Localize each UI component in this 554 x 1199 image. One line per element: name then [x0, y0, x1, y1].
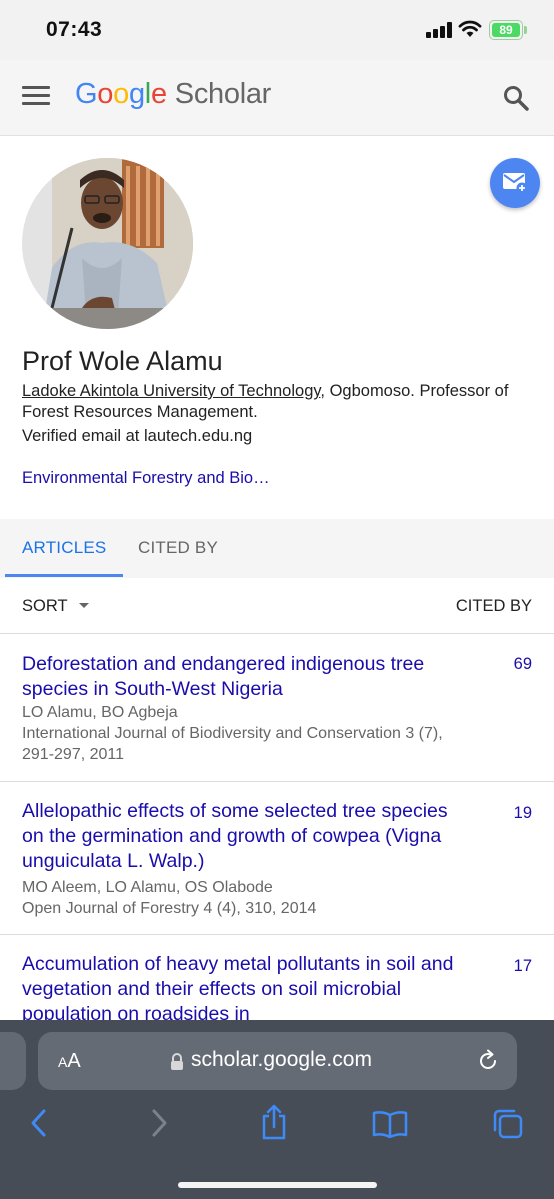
sort-button[interactable]: SORT [22, 597, 68, 616]
organization-link[interactable]: Ladoke Akintola University of Technology [22, 382, 320, 400]
menu-icon[interactable] [22, 86, 50, 108]
article-title-link[interactable]: Allelopathic effects of some selected tr… [22, 799, 467, 874]
tab-cited-by[interactable]: CITED BY [138, 538, 218, 558]
wifi-icon [458, 20, 482, 38]
app-header: Google Scholar [0, 60, 554, 136]
chevron-down-icon[interactable] [79, 603, 89, 608]
battery-cap [524, 26, 527, 34]
email-plus-icon [503, 173, 528, 194]
article-row: Deforestation and endangered indigenous … [0, 634, 554, 782]
home-indicator [178, 1182, 377, 1188]
article-authors: MO Aleem, LO Alamu, OS Olabode [22, 879, 273, 896]
article-cited-by-count[interactable]: 19 [514, 804, 532, 823]
article-row: Allelopathic effects of some selected tr… [0, 782, 554, 935]
reader-options-button[interactable]: AA [58, 1050, 81, 1073]
tab-articles[interactable]: ARTICLES [22, 538, 106, 558]
research-interest-link[interactable]: Environmental Forestry and Bio… [22, 469, 270, 488]
share-icon[interactable] [259, 1104, 289, 1140]
article-title-link[interactable]: Accumulation of heavy metal pollutants i… [22, 952, 467, 1027]
google-scholar-logo[interactable]: Google Scholar [75, 78, 271, 111]
active-tab-indicator [5, 574, 123, 577]
article-row: Accumulation of heavy metal pollutants i… [0, 935, 554, 1025]
forward-icon[interactable] [148, 1108, 170, 1138]
profile-name: Prof Wole Alamu [22, 346, 223, 376]
cited-by-sort-header[interactable]: CITED BY [456, 597, 532, 616]
affiliation: Ladoke Akintola University of Technology… [22, 381, 542, 423]
previous-tab-preview[interactable] [0, 1032, 26, 1090]
back-icon[interactable] [28, 1108, 50, 1138]
browser-toolbar: AA scholar.google.com [0, 1020, 554, 1199]
bookmarks-icon[interactable] [372, 1110, 408, 1138]
avatar [22, 158, 193, 329]
signal-icon [426, 22, 452, 38]
article-venue: International Journal of Biodiversity an… [22, 725, 443, 763]
article-authors: LO Alamu, BO Agbeja [22, 704, 178, 721]
status-bar: 07:43 89 [0, 0, 554, 60]
tabs-bar: ARTICLES CITED BY [0, 519, 554, 578]
article-venue: Open Journal of Forestry 4 (4), 310, 201… [22, 900, 317, 917]
address-bar[interactable]: AA scholar.google.com [38, 1032, 517, 1090]
verified-email: Verified email at lautech.edu.ng [22, 427, 253, 445]
reload-icon[interactable] [476, 1049, 500, 1073]
follow-email-button[interactable] [490, 158, 540, 208]
tabs-icon[interactable] [492, 1108, 524, 1140]
lock-icon [171, 1053, 183, 1070]
battery-level: 89 [492, 23, 520, 37]
article-cited-by-count[interactable]: 69 [514, 655, 532, 674]
article-cited-by-count[interactable]: 17 [514, 957, 532, 976]
article-title-link[interactable]: Deforestation and endangered indigenous … [22, 652, 467, 702]
search-icon[interactable] [502, 84, 530, 112]
status-time: 07:43 [46, 18, 103, 41]
url-text[interactable]: scholar.google.com [191, 1048, 372, 1072]
list-header: SORT CITED BY [0, 578, 554, 634]
battery-icon: 89 [489, 20, 523, 40]
